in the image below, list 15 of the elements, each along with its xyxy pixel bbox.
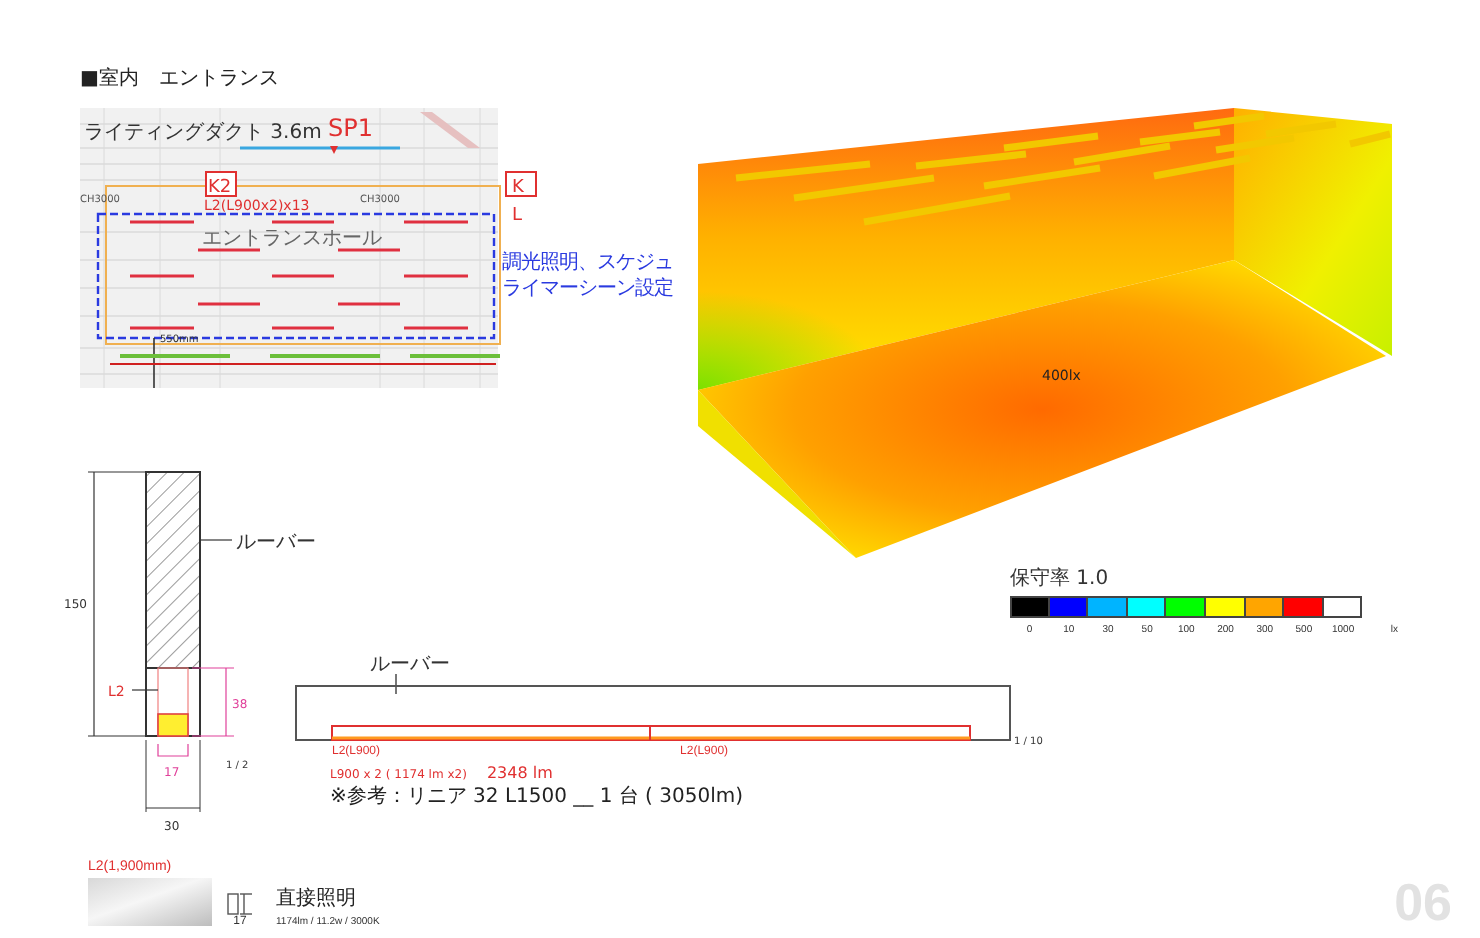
cut-letter: L xyxy=(512,206,523,226)
room-name: エントランスホール xyxy=(202,228,382,250)
reference-note: ※参考：リニア 32 L1500 __ 1 台 ( 3050lm) xyxy=(330,783,744,810)
control-note: 調光照明、スケジュ xyxy=(502,252,673,274)
section-heading: ■室内 エントランス xyxy=(80,65,281,94)
louver-label: ルーバー xyxy=(236,532,316,554)
spot-tag: SP1 xyxy=(328,114,373,142)
legend-title: 保守率 1.0 xyxy=(1010,565,1111,592)
louver-label: ルーバー xyxy=(370,654,450,676)
lighting-type: 直接照明 xyxy=(276,885,358,912)
profile-icon xyxy=(224,892,256,916)
output-total: 2348 lm xyxy=(486,764,553,782)
duct-label: ライティングダクト 3.6m xyxy=(84,122,322,144)
control-note: ライマーシーン設定 xyxy=(502,278,673,300)
photo-placeholder xyxy=(88,878,212,926)
